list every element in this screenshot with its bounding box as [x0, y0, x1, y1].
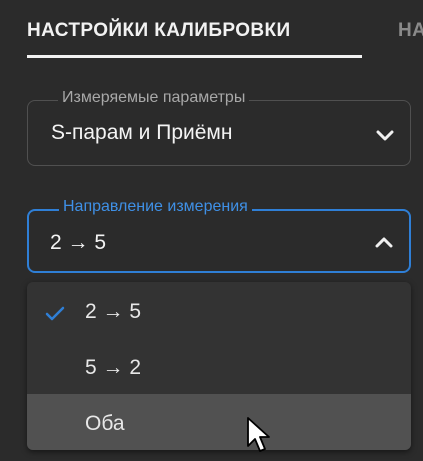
tab-bar: НАСТРОЙКИ КАЛИБРОВКИ НА: [0, 0, 423, 62]
dropdown-option[interactable]: 2 → 5: [27, 282, 411, 338]
check-icon: [45, 304, 65, 328]
direction-select[interactable]: Направление измерения 2 → 5: [27, 198, 411, 273]
chevron-down-icon[interactable]: [375, 129, 395, 148]
option-label: 5 → 2: [85, 356, 142, 379]
tab-calibration-settings[interactable]: НАСТРОЙКИ КАЛИБРОВКИ: [27, 20, 291, 42]
direction-value: 2 → 5: [50, 231, 107, 254]
dropdown-option[interactable]: 5 → 2: [27, 338, 411, 394]
measured-params-value: S-парам и Приёмн: [51, 121, 233, 144]
option-label: Оба: [85, 412, 125, 435]
active-tab-indicator: [27, 55, 362, 58]
mouse-pointer-icon: [246, 416, 272, 461]
direction-dropdown: 2 → 5 5 → 2 Оба: [27, 282, 411, 450]
dropdown-option-hovered[interactable]: Оба: [27, 394, 411, 450]
chevron-up-icon[interactable]: [374, 235, 394, 254]
tab-next[interactable]: НА: [398, 20, 423, 42]
measured-params-label: Измеряемые параметры: [58, 89, 250, 107]
direction-label: Направление измерения: [59, 198, 252, 216]
option-label: 2 → 5: [85, 300, 142, 323]
measured-params-select[interactable]: Измеряемые параметры S-парам и Приёмн: [27, 89, 411, 166]
